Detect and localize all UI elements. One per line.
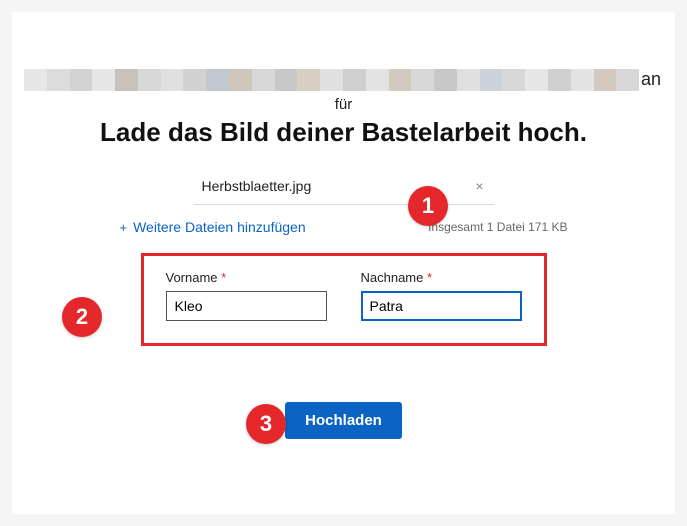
required-mark: * [427, 270, 432, 285]
remove-file-icon[interactable]: × [471, 178, 487, 194]
header-stripe [24, 69, 639, 91]
nachname-input[interactable] [361, 291, 522, 321]
vorname-field: Vorname * [166, 270, 327, 321]
name-fields-group: Vorname * Nachname * [141, 253, 547, 346]
vorname-input[interactable] [166, 291, 327, 321]
add-more-files-link[interactable]: + Weitere Dateien hinzufügen [120, 219, 306, 235]
file-footer: + Weitere Dateien hinzufügen Insgesamt 1 … [114, 219, 574, 235]
upload-button[interactable]: Hochladen [285, 402, 402, 439]
nachname-field: Nachname * [361, 270, 522, 321]
file-totals: Insgesamt 1 Datei 171 KB [428, 220, 567, 234]
add-more-files-label: Weitere Dateien hinzufügen [133, 219, 306, 235]
header-stripe-suffix: an [641, 69, 661, 90]
plus-icon: + [120, 220, 128, 235]
page-title: Lade das Bild deiner Bastelarbeit hoch. [12, 117, 675, 148]
required-mark: * [221, 270, 226, 285]
header-subtitle: für [12, 96, 675, 113]
vorname-label: Vorname * [166, 270, 327, 285]
callout-2: 2 [62, 297, 102, 337]
upload-panel: an für Lade das Bild deiner Bastelarbeit… [12, 12, 675, 514]
callout-3: 3 [246, 404, 286, 444]
nachname-label: Nachname * [361, 270, 522, 285]
submit-row: Hochladen [12, 402, 675, 439]
uploaded-file-row: Herbstblaetter.jpg × [194, 170, 494, 205]
callout-1: 1 [408, 186, 448, 226]
